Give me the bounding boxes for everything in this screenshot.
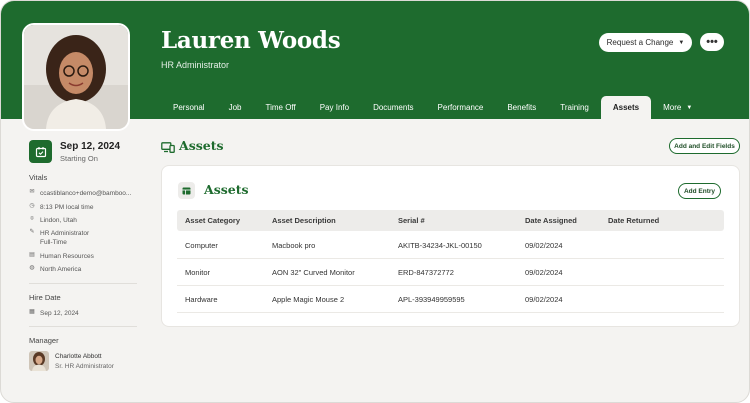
clock-icon: ◷ — [29, 203, 35, 209]
cell-description: Macbook pro — [272, 241, 316, 250]
assets-table-icon — [178, 182, 195, 199]
sidebar-divider — [29, 283, 137, 284]
cell-category: Hardware — [185, 295, 218, 304]
manager-title: Sr. HR Administrator — [55, 363, 114, 370]
column-header-category[interactable]: Asset Category — [185, 216, 240, 225]
row-divider — [177, 258, 724, 259]
ellipsis-icon: ••• — [706, 35, 718, 48]
manager-heading: Manager — [29, 336, 59, 345]
calendar-check-icon — [29, 140, 52, 163]
vitals-department: ▤ Human Resources — [29, 252, 94, 261]
card-title: Assets — [204, 182, 249, 197]
request-change-button[interactable]: Request a Change ▼ — [599, 33, 692, 52]
tab-label: Time Off — [265, 103, 296, 112]
start-date: Sep 12, 2024 — [60, 141, 121, 152]
vitals-heading: Vitals — [29, 173, 48, 182]
column-header-serial[interactable]: Serial # — [398, 216, 425, 225]
location-pin-icon: ⌾ — [30, 216, 34, 222]
hire-date-text: Sep 12, 2024 — [40, 310, 79, 317]
cell-date-assigned: 09/02/2024 — [525, 268, 563, 277]
devices-icon — [161, 140, 175, 158]
hire-date: ▦ Sep 12, 2024 — [29, 309, 79, 318]
tab-time-off[interactable]: Time Off — [253, 96, 307, 119]
tab-personal[interactable]: Personal — [161, 96, 217, 119]
vitals-location: ⌾ Lindon, Utah — [29, 216, 77, 225]
cell-serial: APL-393949959595 — [398, 295, 465, 304]
cell-description: AON 32" Curved Monitor — [272, 268, 355, 277]
email-icon: ✉ — [29, 189, 35, 195]
tab-label: More — [663, 103, 682, 112]
tab-training[interactable]: Training — [548, 96, 601, 119]
caret-down-icon: ▼ — [686, 104, 693, 111]
manager-name[interactable]: Charlotte Abbott — [55, 353, 102, 360]
tab-label: Performance — [437, 103, 484, 112]
cell-date-assigned: 09/02/2024 — [525, 241, 563, 250]
column-header-date-returned[interactable]: Date Returned — [608, 216, 659, 225]
start-date-label: Starting On — [60, 154, 98, 163]
briefcase-icon: ✎ — [29, 229, 35, 235]
row-divider — [177, 285, 724, 286]
request-change-label: Request a Change — [606, 38, 674, 47]
tab-benefits[interactable]: Benefits — [495, 96, 548, 119]
tab-label: Pay Info — [319, 103, 350, 112]
globe-icon: ◍ — [29, 265, 35, 271]
vitals-employment-text: Full-Time — [40, 239, 67, 246]
tab-more[interactable]: More ▼ — [651, 96, 704, 119]
more-options-button[interactable]: ••• — [700, 33, 724, 51]
tab-performance[interactable]: Performance — [426, 96, 496, 119]
cell-serial: ERD-847372772 — [398, 268, 454, 277]
caret-down-icon: ▼ — [678, 39, 685, 46]
vitals-role-block: HR Administrator Full-Time — [40, 229, 89, 247]
add-entry-button[interactable]: Add Entry — [678, 183, 721, 199]
vitals-department-text: Human Resources — [40, 253, 94, 260]
tab-documents[interactable]: Documents — [361, 96, 425, 119]
add-edit-fields-button[interactable]: Add and Edit Fields — [669, 138, 740, 154]
row-divider — [177, 312, 724, 313]
column-header-description[interactable]: Asset Description — [272, 216, 336, 225]
tab-label: Benefits — [507, 103, 537, 112]
tab-assets[interactable]: Assets — [600, 96, 652, 119]
vitals-region: ◍ North America — [29, 265, 81, 274]
tab-label: Personal — [173, 103, 205, 112]
tab-label: Assets — [612, 103, 640, 112]
vitals-region-text: North America — [40, 266, 82, 273]
people-icon: ▤ — [29, 252, 35, 258]
tab-job[interactable]: Job — [217, 96, 254, 119]
profile-photo — [22, 23, 130, 131]
vitals-local-time: ◷ 8:13 PM local time — [29, 203, 93, 212]
tab-label: Job — [228, 103, 242, 112]
calendar-icon: ▦ — [29, 309, 35, 315]
employee-job-title: HR Administrator — [161, 60, 230, 70]
tab-label: Documents — [373, 103, 414, 112]
cell-category: Monitor — [185, 268, 211, 277]
vitals-email-text: ccastiblanco+demo@bamboo... — [40, 190, 132, 197]
section-title: Assets — [179, 138, 224, 153]
cell-category: Computer — [185, 241, 218, 250]
tab-label: Training — [560, 103, 589, 112]
vitals-email[interactable]: ✉ ccastiblanco+demo@bamboo... — [29, 189, 131, 198]
profile-tabs: Personal Job Time Off Pay Info Documents… — [161, 96, 704, 119]
column-header-date-assigned[interactable]: Date Assigned — [525, 216, 577, 225]
employee-name: Lauren Woods — [161, 27, 341, 54]
tab-pay-info[interactable]: Pay Info — [308, 96, 361, 119]
manager-avatar[interactable] — [29, 351, 49, 371]
sidebar-divider — [29, 326, 137, 327]
vitals-local-time-text: 8:13 PM local time — [40, 204, 94, 211]
hire-date-heading: Hire Date — [29, 293, 61, 302]
vitals-location-text: Lindon, Utah — [40, 217, 77, 224]
cell-serial: AKITB-34234-JKL-00150 — [398, 241, 482, 250]
cell-description: Apple Magic Mouse 2 — [272, 295, 345, 304]
vitals-role-text: HR Administrator — [40, 230, 90, 237]
app-window: Lauren Woods HR Administrator Request a … — [0, 0, 750, 403]
cell-date-assigned: 09/02/2024 — [525, 295, 563, 304]
vitals-role: ✎ HR Administrator Full-Time — [29, 229, 89, 247]
